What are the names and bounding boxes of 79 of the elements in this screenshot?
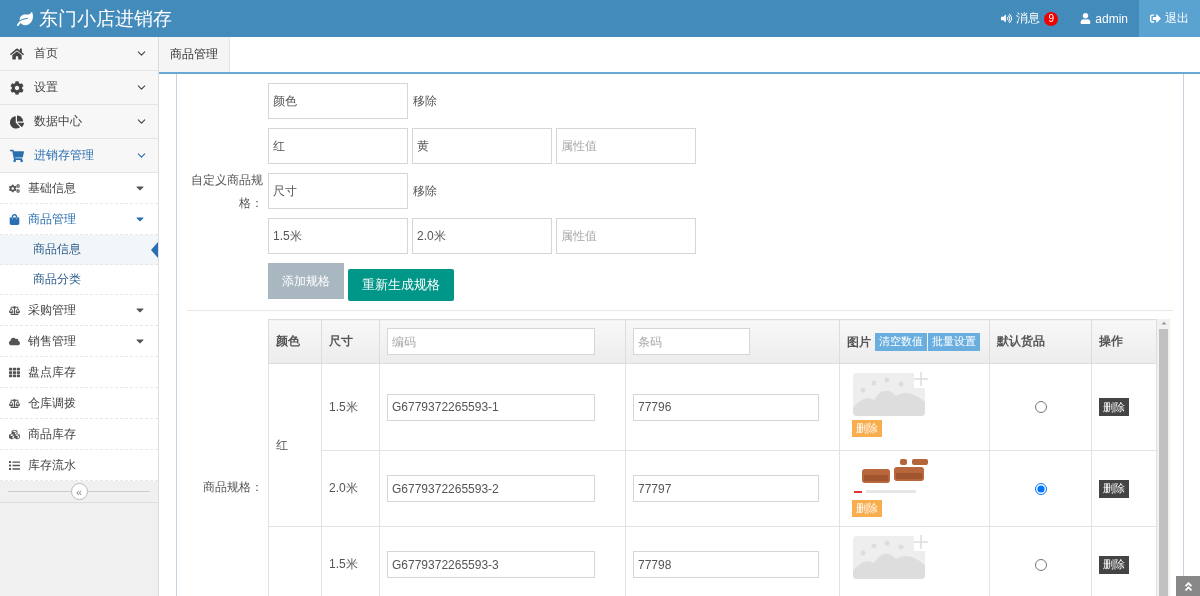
delete-button[interactable]: 删除 xyxy=(1099,555,1129,574)
spec-value-field[interactable]: 黄 xyxy=(412,128,552,164)
menu-item[interactable]: 首页 xyxy=(0,37,158,71)
caret-up-icon xyxy=(1159,319,1168,327)
submenu-item[interactable]: 商品信息 xyxy=(0,235,158,265)
menu-item[interactable]: 进销存管理 xyxy=(0,139,158,173)
menu-icon xyxy=(9,397,20,409)
default-radio[interactable] xyxy=(1034,401,1047,413)
barcode-field[interactable]: 77798 xyxy=(633,551,819,578)
submenu-item[interactable]: 库存流水 xyxy=(0,450,158,481)
menu-icon xyxy=(9,428,20,440)
menu-item[interactable]: 设置 xyxy=(0,71,158,105)
submenu-item[interactable]: 商品分类 xyxy=(0,265,158,295)
delete-button[interactable]: 删除 xyxy=(1099,479,1129,498)
spec-value-field[interactable]: 属性值 xyxy=(556,218,696,254)
messages-link[interactable]: 消息 9 xyxy=(990,0,1070,37)
collapse-button[interactable]: « xyxy=(70,483,88,500)
column-header: 颜色 xyxy=(276,334,300,348)
column-header: 操作 xyxy=(1099,334,1123,348)
submenu-item[interactable]: 采购管理 xyxy=(0,295,158,326)
user-icon xyxy=(1080,13,1092,24)
delete-button[interactable]: 删除 xyxy=(1099,398,1129,416)
menu-item[interactable]: 数据中心 xyxy=(0,105,158,139)
menu-icon xyxy=(10,80,24,95)
spec-value-field[interactable]: 1.5米 xyxy=(268,218,408,254)
submenu-item[interactable]: 盘点库存 xyxy=(0,357,158,388)
menu-icon xyxy=(10,148,24,163)
sign-out-icon xyxy=(1150,13,1161,24)
submenu-item[interactable]: 基础信息 xyxy=(0,173,158,204)
message-count-badge: 9 xyxy=(1044,11,1059,26)
table-cell: 红 xyxy=(276,437,288,452)
submenu-item[interactable]: 商品库存 xyxy=(0,419,158,450)
double-up-icon xyxy=(1182,580,1194,592)
field-label: 自定义商品规格： xyxy=(190,172,263,212)
selected-marker xyxy=(151,242,158,258)
menu-icon xyxy=(9,182,20,194)
tab[interactable]: 商品管理 xyxy=(159,37,230,72)
menu-icon xyxy=(9,213,20,225)
default-radio[interactable] xyxy=(1034,482,1047,495)
scrollbar[interactable] xyxy=(1157,319,1170,596)
barcode-field[interactable]: 77797 xyxy=(633,475,819,502)
image-placeholder-icon xyxy=(852,370,928,417)
code-field[interactable]: G6779372265593-1 xyxy=(387,393,595,421)
column-header: 默认货品 xyxy=(997,334,1045,348)
spec-value-field[interactable]: 2.0米 xyxy=(412,218,552,254)
leaf-icon xyxy=(17,10,33,27)
submenu-item[interactable]: 商品管理 xyxy=(0,204,158,235)
remove-link[interactable]: 移除 xyxy=(413,182,437,200)
field-label: 商品规格： xyxy=(202,479,263,496)
default-radio[interactable] xyxy=(1034,558,1047,571)
column-header: 图片 xyxy=(847,334,871,348)
table-cell: 2.0米 xyxy=(329,481,358,495)
regenerate-spec-button[interactable]: 重新生成规格 xyxy=(348,269,454,301)
spec-value-field[interactable]: 属性值 xyxy=(556,128,696,164)
menu-icon xyxy=(10,114,24,129)
column-header: 尺寸 xyxy=(329,334,353,348)
menu-icon xyxy=(9,335,20,347)
speaker-icon xyxy=(1001,13,1013,24)
submenu-item[interactable]: 仓库调拨 xyxy=(0,388,158,419)
app-title: 东门小店进销存 xyxy=(39,6,172,31)
menu-icon xyxy=(9,459,20,471)
submenu-item[interactable]: 销售管理 xyxy=(0,326,158,357)
table-cell: 1.5米 xyxy=(329,399,358,414)
code-field[interactable]: G6779372265593-3 xyxy=(387,551,595,578)
code-field[interactable]: G6779372265593-2 xyxy=(387,475,595,502)
menu-icon xyxy=(9,366,20,378)
barcode-field[interactable]: 77796 xyxy=(633,393,819,421)
remove-link[interactable]: 移除 xyxy=(413,92,437,110)
menu-icon xyxy=(9,304,20,316)
spec-name-field[interactable]: 尺寸 xyxy=(268,173,408,209)
image-placeholder-icon xyxy=(852,533,928,580)
spec-value-field[interactable]: 红 xyxy=(268,128,408,164)
column-filter-field[interactable]: 条码 xyxy=(633,328,750,355)
spec-name-field[interactable]: 颜色 xyxy=(268,83,408,119)
back-to-top-button[interactable] xyxy=(1176,576,1200,596)
user-link[interactable]: admin xyxy=(1069,0,1139,37)
table-cell: 1.5米 xyxy=(329,557,358,571)
menu-icon xyxy=(10,46,24,61)
column-filter-field[interactable]: 编码 xyxy=(387,328,595,355)
